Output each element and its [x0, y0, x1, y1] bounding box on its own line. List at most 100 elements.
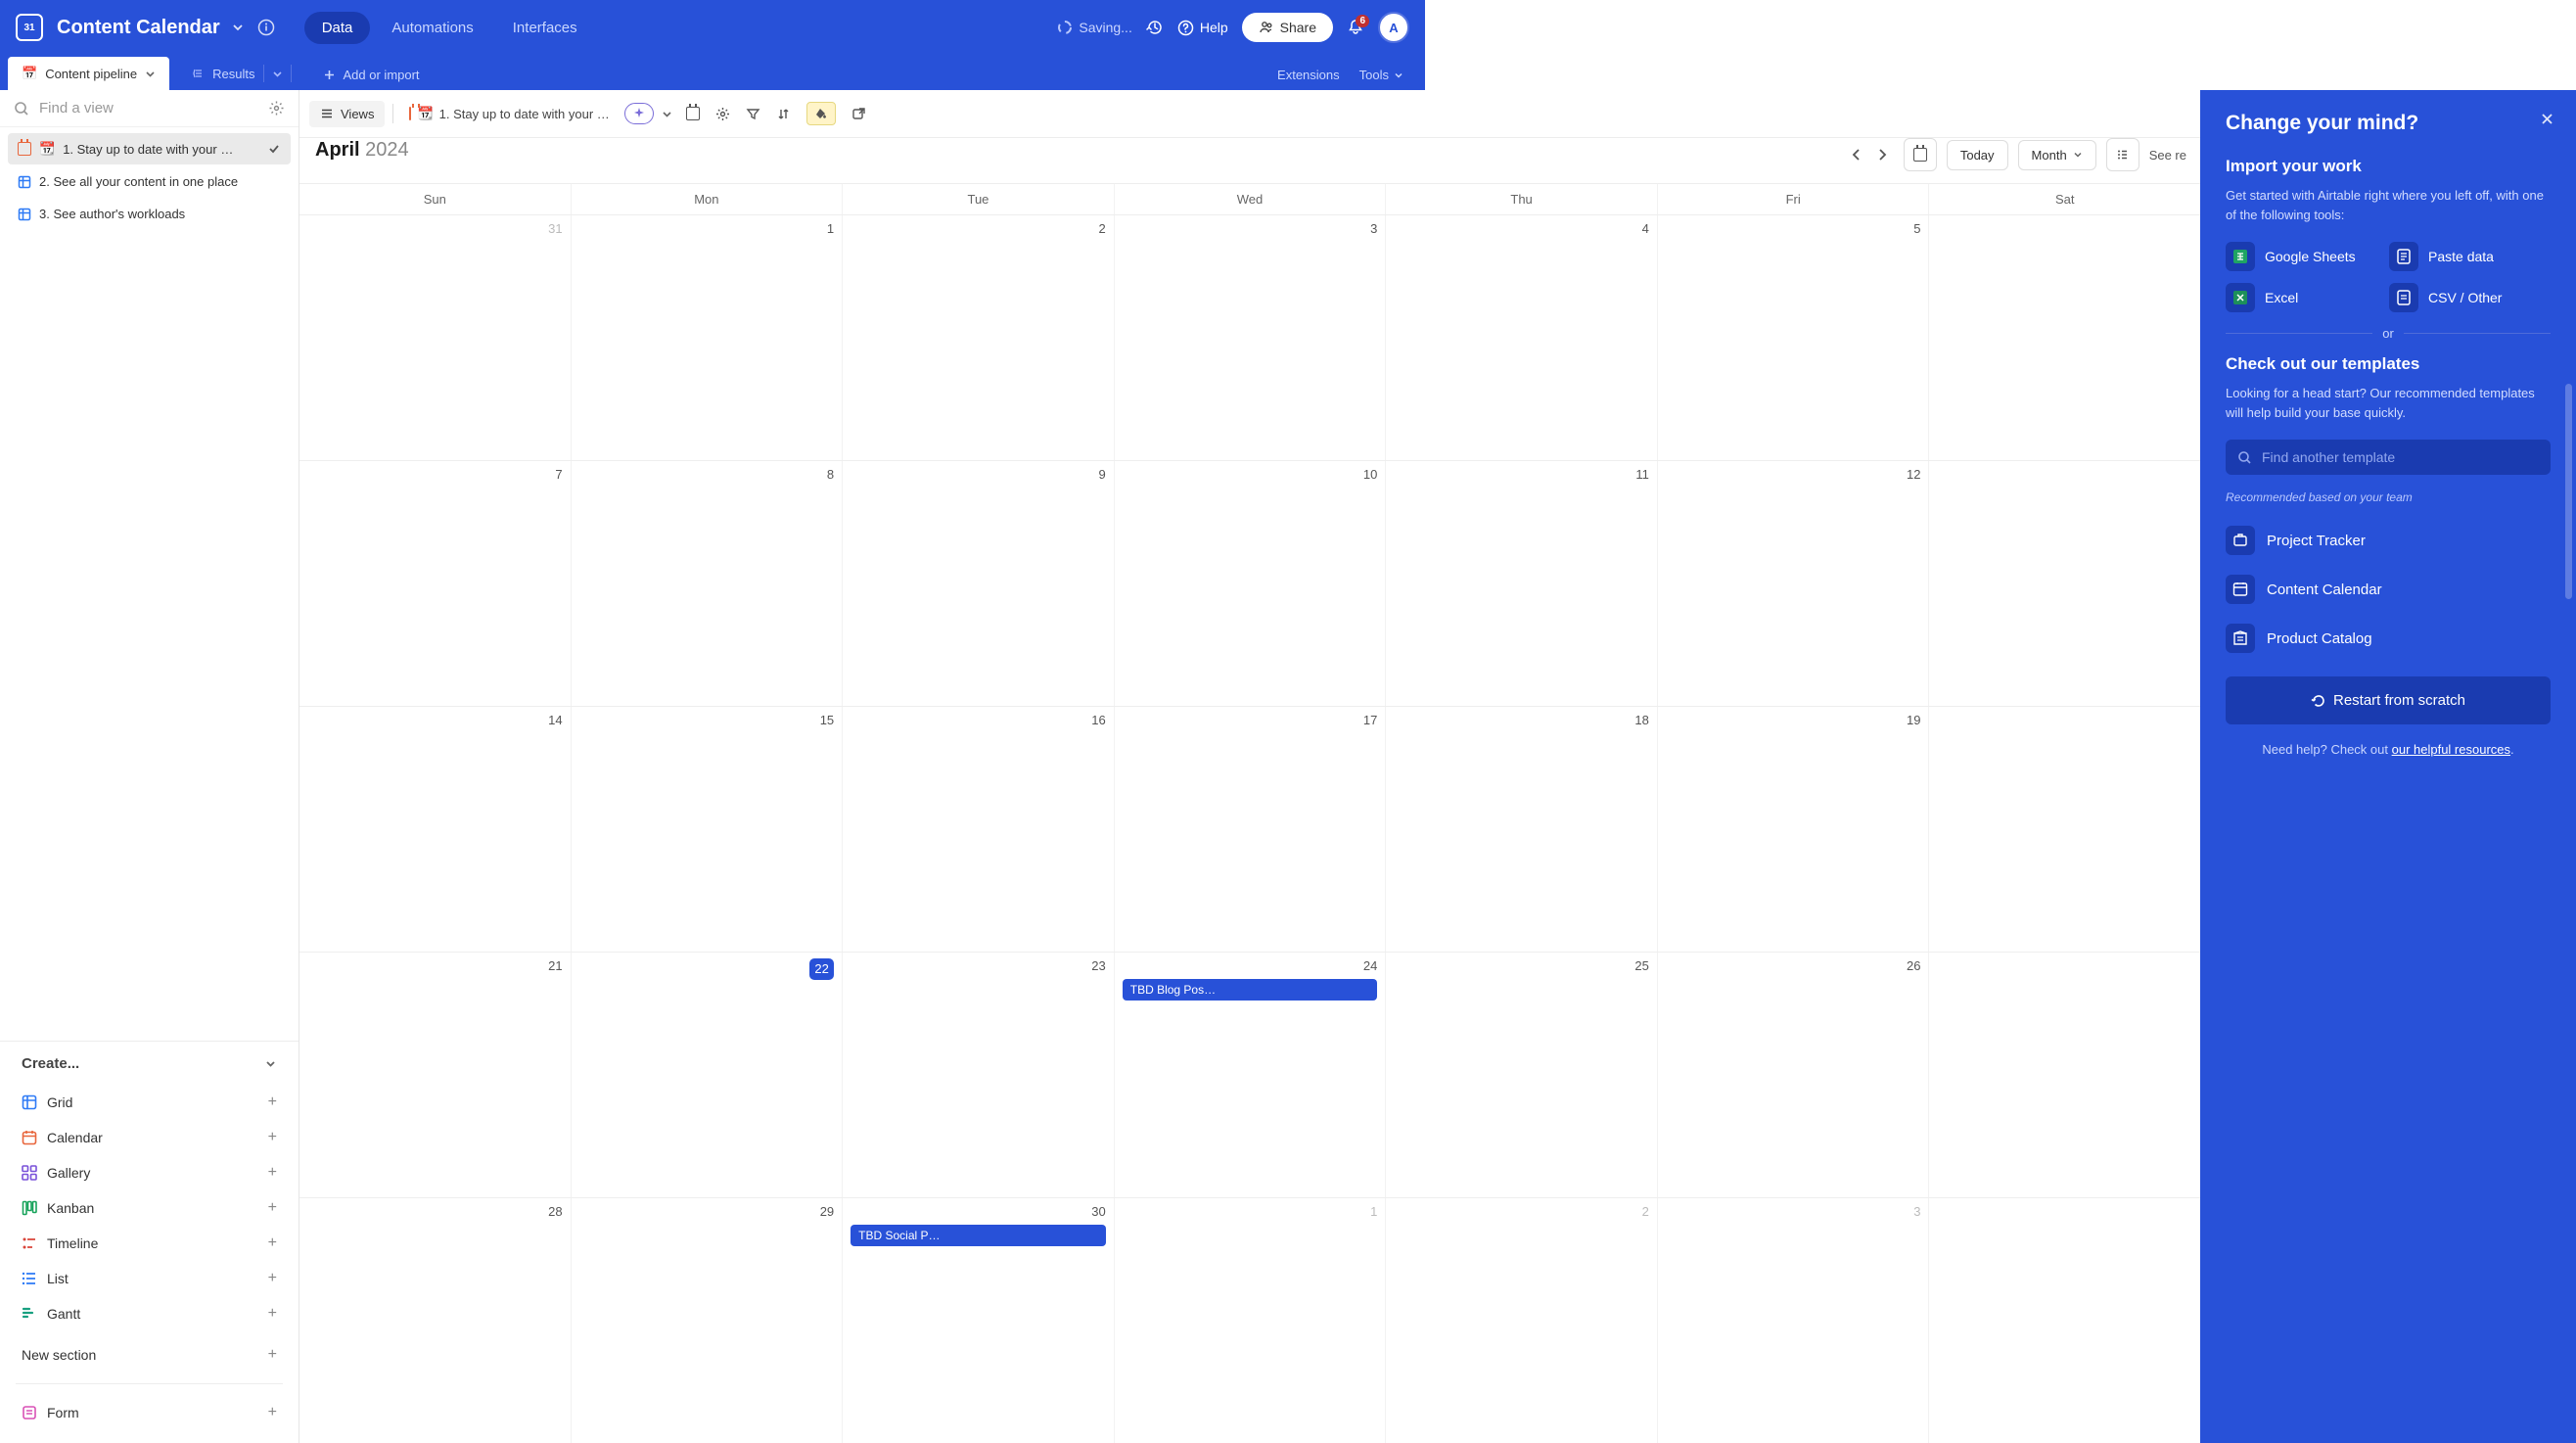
restart-from-scratch-button[interactable]: Restart from scratch — [2226, 676, 2551, 724]
create-gantt-button[interactable]: Gantt+ — [16, 1297, 283, 1330]
calendar-day[interactable] — [1928, 1198, 2200, 1443]
calendar-day[interactable]: 5 — [1657, 215, 1929, 460]
sidebar-view-item[interactable]: 📆1. Stay up to date with your … — [8, 133, 291, 164]
calendar-day[interactable]: 18 — [1385, 707, 1657, 952]
calendar-day[interactable]: 2 — [1385, 1198, 1657, 1443]
date-field-icon[interactable] — [686, 107, 700, 120]
see-records-button[interactable]: See re — [2149, 148, 2186, 163]
notifications-button[interactable]: 6 — [1347, 19, 1364, 36]
current-view-chip[interactable]: 📆 1. Stay up to date with your … — [401, 101, 617, 126]
calendar-day[interactable]: 22 — [571, 953, 843, 1197]
close-panel-button[interactable] — [2540, 112, 2554, 126]
scale-selector[interactable]: Month — [2018, 140, 2096, 170]
app-title[interactable]: Content Calendar — [57, 17, 220, 39]
sort-icon[interactable] — [776, 107, 791, 121]
results-tab[interactable]: Results — [212, 67, 254, 81]
tab-data[interactable]: Data — [304, 12, 371, 44]
create-section-toggle[interactable]: Create... — [0, 1041, 299, 1082]
chevron-down-icon[interactable] — [662, 109, 672, 119]
filter-icon[interactable] — [746, 107, 760, 121]
share-view-icon[interactable] — [851, 107, 866, 121]
import-option[interactable]: Google Sheets — [2226, 242, 2377, 271]
import-option[interactable]: CSV / Other — [2389, 283, 2541, 312]
calendar-day[interactable]: 1 — [1114, 1198, 1386, 1443]
create-form-button[interactable]: Form + — [16, 1396, 283, 1429]
settings-icon[interactable] — [715, 107, 730, 121]
calendar-day[interactable]: 29 — [571, 1198, 843, 1443]
chevron-down-icon[interactable] — [272, 69, 283, 79]
share-button[interactable]: Share — [1242, 13, 1333, 42]
import-option[interactable]: Paste data — [2389, 242, 2541, 271]
calendar-day[interactable]: 26 — [1657, 953, 1929, 1197]
help-button[interactable]: Help — [1177, 20, 1228, 36]
next-month-button[interactable] — [1876, 148, 1888, 162]
calendar-day[interactable]: 14 — [299, 707, 571, 952]
tab-automations[interactable]: Automations — [374, 12, 490, 44]
calendar-day[interactable]: 15 — [571, 707, 843, 952]
template-recommendation[interactable]: Content Calendar — [2226, 565, 2551, 614]
calendar-day[interactable]: 31 — [299, 215, 571, 460]
avatar[interactable]: A — [1378, 12, 1409, 43]
sidebar-view-item[interactable]: 3. See author's workloads — [8, 199, 291, 229]
extensions-button[interactable]: Extensions — [1277, 68, 1340, 82]
calendar-day[interactable] — [1928, 215, 2200, 460]
calendar-day[interactable]: 3 — [1114, 215, 1386, 460]
create-timeline-button[interactable]: Timeline+ — [16, 1227, 283, 1260]
calendar-day[interactable] — [1928, 707, 2200, 952]
calendar-day[interactable]: 1 — [571, 215, 843, 460]
calendar-day[interactable]: 30TBD Social P… — [842, 1198, 1114, 1443]
history-icon[interactable] — [1146, 19, 1164, 36]
today-button[interactable]: Today — [1947, 140, 2008, 170]
calendar-day[interactable]: 21 — [299, 953, 571, 1197]
new-section-button[interactable]: New section + — [16, 1338, 283, 1372]
create-gallery-button[interactable]: Gallery+ — [16, 1156, 283, 1189]
calendar-day[interactable]: 2 — [842, 215, 1114, 460]
template-recommendation[interactable]: Product Catalog — [2226, 614, 2551, 663]
gear-icon[interactable] — [268, 100, 285, 116]
template-search-input[interactable] — [2262, 449, 2539, 465]
calendar-day[interactable]: 8 — [571, 461, 843, 706]
calendar-day[interactable]: 11 — [1385, 461, 1657, 706]
tools-button[interactable]: Tools — [1359, 68, 1403, 82]
views-toggle[interactable]: Views — [309, 101, 385, 127]
calendar-day[interactable]: 7 — [299, 461, 571, 706]
calendar-day[interactable] — [1928, 461, 2200, 706]
add-or-import-button[interactable]: Add or import — [315, 60, 428, 90]
calendar-day[interactable] — [1928, 953, 2200, 1197]
tab-interfaces[interactable]: Interfaces — [495, 12, 595, 44]
color-button[interactable] — [806, 102, 836, 125]
template-recommendation[interactable]: Project Tracker — [2226, 516, 2551, 565]
calendar-day[interactable]: 17 — [1114, 707, 1386, 952]
info-icon[interactable] — [257, 19, 275, 36]
template-search[interactable] — [2226, 440, 2551, 475]
calendar-day[interactable]: 19 — [1657, 707, 1929, 952]
import-option[interactable]: Excel — [2226, 283, 2377, 312]
calendar-event[interactable]: TBD Social P… — [851, 1225, 1106, 1246]
helpful-resources-link[interactable]: our helpful resources — [2392, 742, 2510, 757]
calendar-day[interactable]: 25 — [1385, 953, 1657, 1197]
create-list-button[interactable]: List+ — [16, 1262, 283, 1295]
create-kanban-button[interactable]: Kanban+ — [16, 1191, 283, 1225]
calendar-day[interactable]: 23 — [842, 953, 1114, 1197]
date-picker-button[interactable] — [1904, 138, 1937, 171]
sidebar-view-item[interactable]: 2. See all your content in one place — [8, 166, 291, 197]
calendar-day[interactable]: 10 — [1114, 461, 1386, 706]
app-icon[interactable]: 31 — [16, 14, 43, 41]
create-calendar-button[interactable]: Calendar+ — [16, 1121, 283, 1154]
list-toggle-button[interactable] — [2106, 138, 2139, 171]
chevron-down-icon[interactable] — [232, 22, 244, 33]
calendar-day[interactable]: 12 — [1657, 461, 1929, 706]
prev-month-button[interactable] — [1851, 148, 1863, 162]
calendar-day[interactable]: 4 — [1385, 215, 1657, 460]
calendar-day[interactable]: 28 — [299, 1198, 571, 1443]
scrollbar-thumb[interactable] — [2565, 384, 2572, 599]
find-view-input[interactable] — [39, 100, 258, 116]
chevron-down-icon[interactable] — [145, 69, 156, 79]
table-tab-content-pipeline[interactable]: 📅 Content pipeline — [8, 57, 169, 90]
calendar-day[interactable]: 3 — [1657, 1198, 1929, 1443]
create-grid-button[interactable]: Grid+ — [16, 1086, 283, 1119]
calendar-day[interactable]: 24TBD Blog Pos… — [1114, 953, 1386, 1197]
calendar-day[interactable]: 16 — [842, 707, 1114, 952]
calendar-event[interactable]: TBD Blog Pos… — [1123, 979, 1378, 1001]
calendar-day[interactable]: 9 — [842, 461, 1114, 706]
